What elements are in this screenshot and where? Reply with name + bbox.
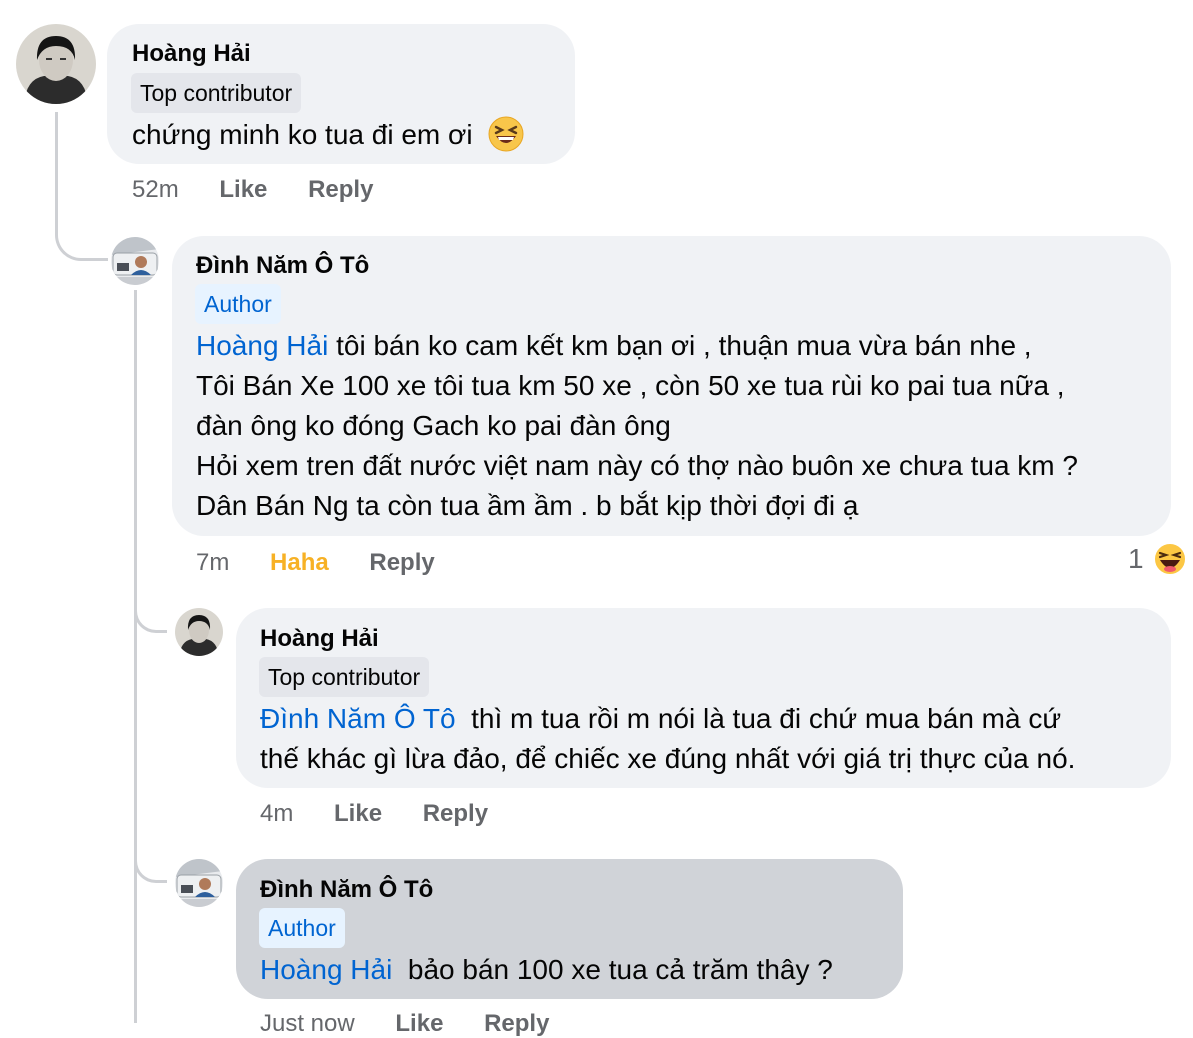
mention-link[interactable]: Đình Năm Ô Tô	[260, 703, 456, 734]
haha-reaction-icon	[1153, 542, 1188, 583]
thread-line	[134, 830, 167, 883]
reply-button[interactable]: Reply	[484, 1010, 549, 1037]
avatar[interactable]	[175, 859, 223, 907]
comment-text-line: Hỏi xem tren đất nước việt nam này có th…	[196, 450, 1078, 481]
author-badge: Author	[259, 908, 345, 948]
reaction-summary[interactable]: 1	[1128, 542, 1188, 583]
reply-button[interactable]: Reply	[369, 549, 434, 576]
comment-bubble: Hoàng Hải Top contributor Đình Năm Ô Tô …	[236, 608, 1171, 788]
top-contributor-badge: Top contributor	[131, 73, 302, 113]
mention-link[interactable]: Hoàng Hải	[196, 330, 328, 361]
comment-time[interactable]: Just now	[260, 1010, 355, 1037]
comment-text-line: đàn ông ko đóng Gach ko pai đàn ông	[196, 410, 671, 441]
thread-line	[134, 580, 167, 633]
like-button[interactable]: Like	[334, 800, 382, 827]
grinning-squinting-face-icon	[488, 116, 524, 163]
comment-actions: 4m Like Reply	[260, 800, 522, 828]
comment-author[interactable]: Hoàng Hải	[132, 40, 251, 68]
like-button[interactable]: Like	[395, 1010, 443, 1037]
comment-text-line: chứng minh ko tua đi em ơi	[132, 119, 473, 150]
comment-bubble: Đình Năm Ô Tô Author Hoàng Hải bảo bán 1…	[236, 859, 903, 999]
reply-button[interactable]: Reply	[423, 800, 488, 827]
mention-link[interactable]: Hoàng Hải	[260, 954, 392, 985]
like-button[interactable]: Like	[219, 176, 267, 203]
comment-text-line: Đình Năm Ô Tô thì m tua rồi m nói là tua…	[260, 703, 1062, 734]
top-contributor-badge: Top contributor	[259, 657, 430, 697]
thread-line	[134, 290, 140, 1023]
thread-line	[55, 112, 108, 261]
comment-author[interactable]: Đình Năm Ô Tô	[260, 876, 433, 904]
comment-author[interactable]: Hoàng Hải	[260, 625, 379, 653]
comment-text-line: Hoàng Hải bảo bán 100 xe tua cả trăm thâ…	[260, 954, 833, 985]
comment-actions: 52m Like Reply	[132, 176, 407, 204]
comment-bubble: Đình Năm Ô Tô Author Hoàng Hải tôi bán k…	[172, 236, 1171, 536]
comment-text-line: thế khác gì lừa đảo, để chiếc xe đúng nh…	[260, 743, 1076, 774]
author-badge: Author	[195, 284, 281, 324]
comment-bubble: Hoàng Hải Top contributor chứng minh ko …	[107, 24, 575, 164]
comment-text-line: Hoàng Hải tôi bán ko cam kết km bạn ơi ,…	[196, 330, 1032, 361]
comment-actions: 7m Haha Reply	[196, 549, 469, 577]
comment-text: chứng minh ko tua đi em ơi	[132, 115, 524, 163]
comment-time[interactable]: 7m	[196, 549, 229, 576]
haha-reaction-button[interactable]: Haha	[270, 549, 329, 576]
comment-text-line: Tôi Bán Xe 100 xe tôi tua km 50 xe , còn…	[196, 370, 1065, 401]
avatar[interactable]	[16, 24, 96, 104]
comment-time[interactable]: 52m	[132, 176, 179, 203]
comment-time[interactable]: 4m	[260, 800, 293, 827]
comment-text-line: Dân Bán Ng ta còn tua ầm ầm . b bắt kịp …	[196, 490, 859, 521]
reply-button[interactable]: Reply	[308, 176, 373, 203]
avatar[interactable]	[175, 608, 223, 656]
comment-actions: Just now Like Reply	[260, 1010, 583, 1038]
avatar[interactable]	[111, 237, 159, 285]
reaction-count: 1	[1128, 543, 1144, 574]
comment-author[interactable]: Đình Năm Ô Tô	[196, 252, 369, 280]
